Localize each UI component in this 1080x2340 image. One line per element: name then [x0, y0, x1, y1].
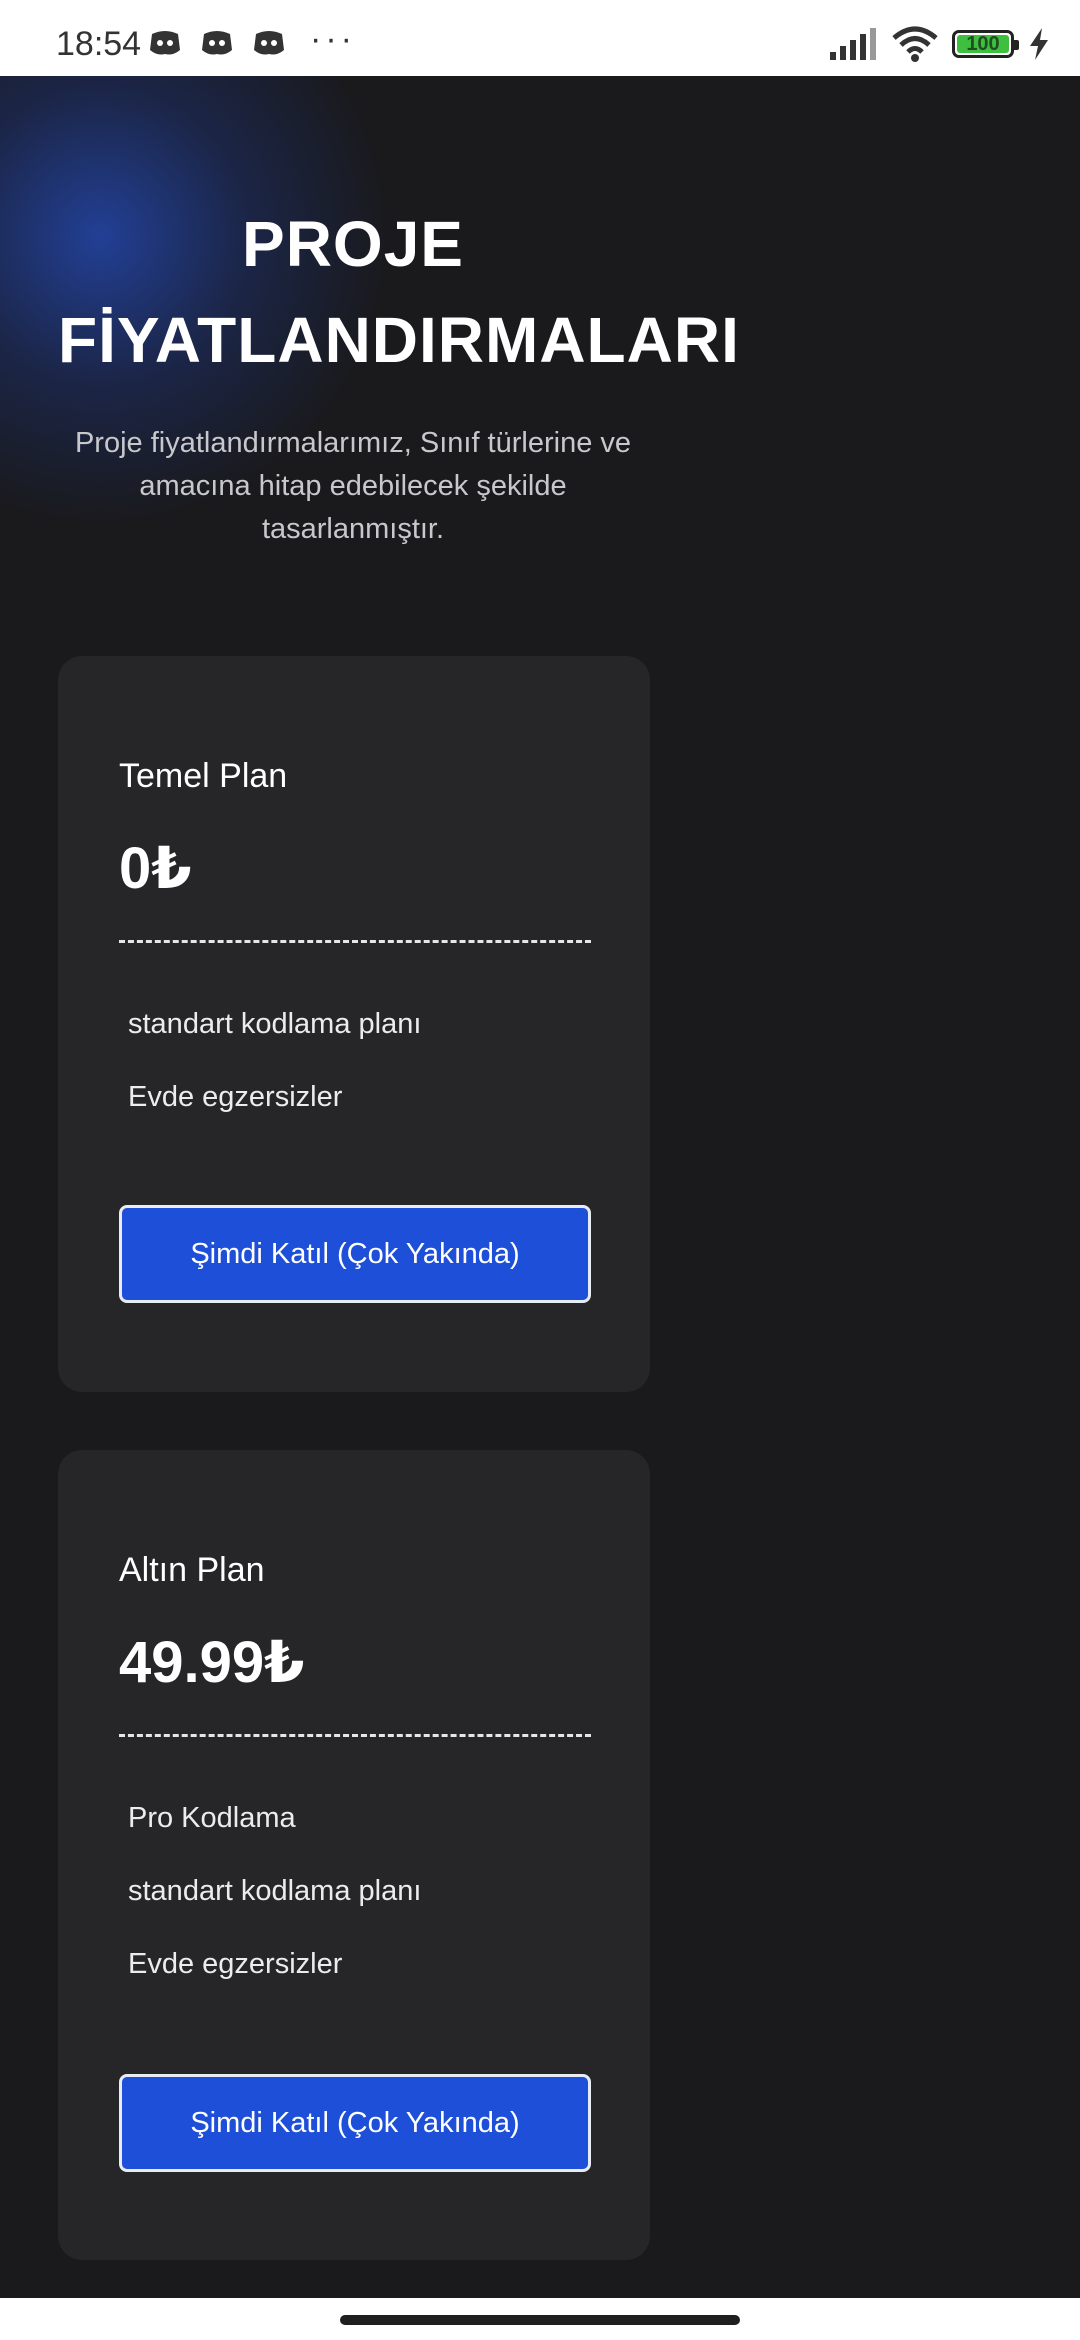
- divider: [119, 940, 591, 943]
- feature-item: Evde egzersizler: [128, 1948, 343, 1980]
- home-indicator[interactable]: [340, 2315, 740, 2325]
- join-button[interactable]: Şimdi Katıl (Çok Yakında): [119, 1205, 591, 1303]
- battery-icon: 100: [952, 30, 1019, 58]
- join-button[interactable]: Şimdi Katıl (Çok Yakında): [119, 2074, 591, 2172]
- status-time: 18:54: [56, 25, 142, 63]
- status-bar: 18:54 ··· 100: [0, 0, 1080, 76]
- page-title: PROJE FİYATLANDIRMALARI: [58, 208, 740, 376]
- feature-item: Pro Kodlama: [128, 1802, 296, 1834]
- pricing-card-basic: Temel Plan 0₺ standart kodlama planı Evd…: [58, 656, 650, 1392]
- discord-icon: [150, 31, 180, 55]
- discord-icon: [202, 31, 232, 55]
- divider: [119, 1734, 591, 1737]
- navigation-bar: [0, 2298, 1080, 2340]
- wifi-icon: [892, 26, 938, 62]
- plan-name: Temel Plan: [119, 757, 288, 795]
- notification-icons: [148, 28, 286, 58]
- pricing-page[interactable]: PROJE FİYATLANDIRMALARI Proje fiyatlandı…: [0, 76, 1080, 2298]
- plan-price: 0₺: [119, 836, 192, 901]
- discord-icon: [254, 31, 284, 55]
- more-notifications-icon: ···: [310, 20, 356, 58]
- feature-item: standart kodlama planı: [128, 1008, 422, 1040]
- plan-price: 49.99₺: [119, 1630, 305, 1695]
- feature-item: standart kodlama planı: [128, 1875, 422, 1907]
- signal-icon: [830, 28, 876, 60]
- feature-list: standart kodlama planı Evde egzersizler: [128, 1006, 421, 1152]
- battery-level: 100: [966, 32, 1000, 55]
- charging-icon: [1030, 28, 1048, 60]
- battery-tip: [1014, 40, 1019, 50]
- hero-section: PROJE FİYATLANDIRMALARI Proje fiyatlandı…: [58, 196, 740, 551]
- plan-name: Altın Plan: [119, 1551, 265, 1589]
- page-subtitle: Proje fiyatlandırmalarımız, Sınıf türler…: [74, 427, 632, 545]
- feature-list: Pro Kodlama standart kodlama planı Evde …: [128, 1800, 421, 2019]
- pricing-card-gold: Altın Plan 49.99₺ Pro Kodlama standart k…: [58, 1450, 650, 2260]
- feature-item: Evde egzersizler: [128, 1081, 343, 1113]
- status-icons: 100: [828, 26, 1050, 62]
